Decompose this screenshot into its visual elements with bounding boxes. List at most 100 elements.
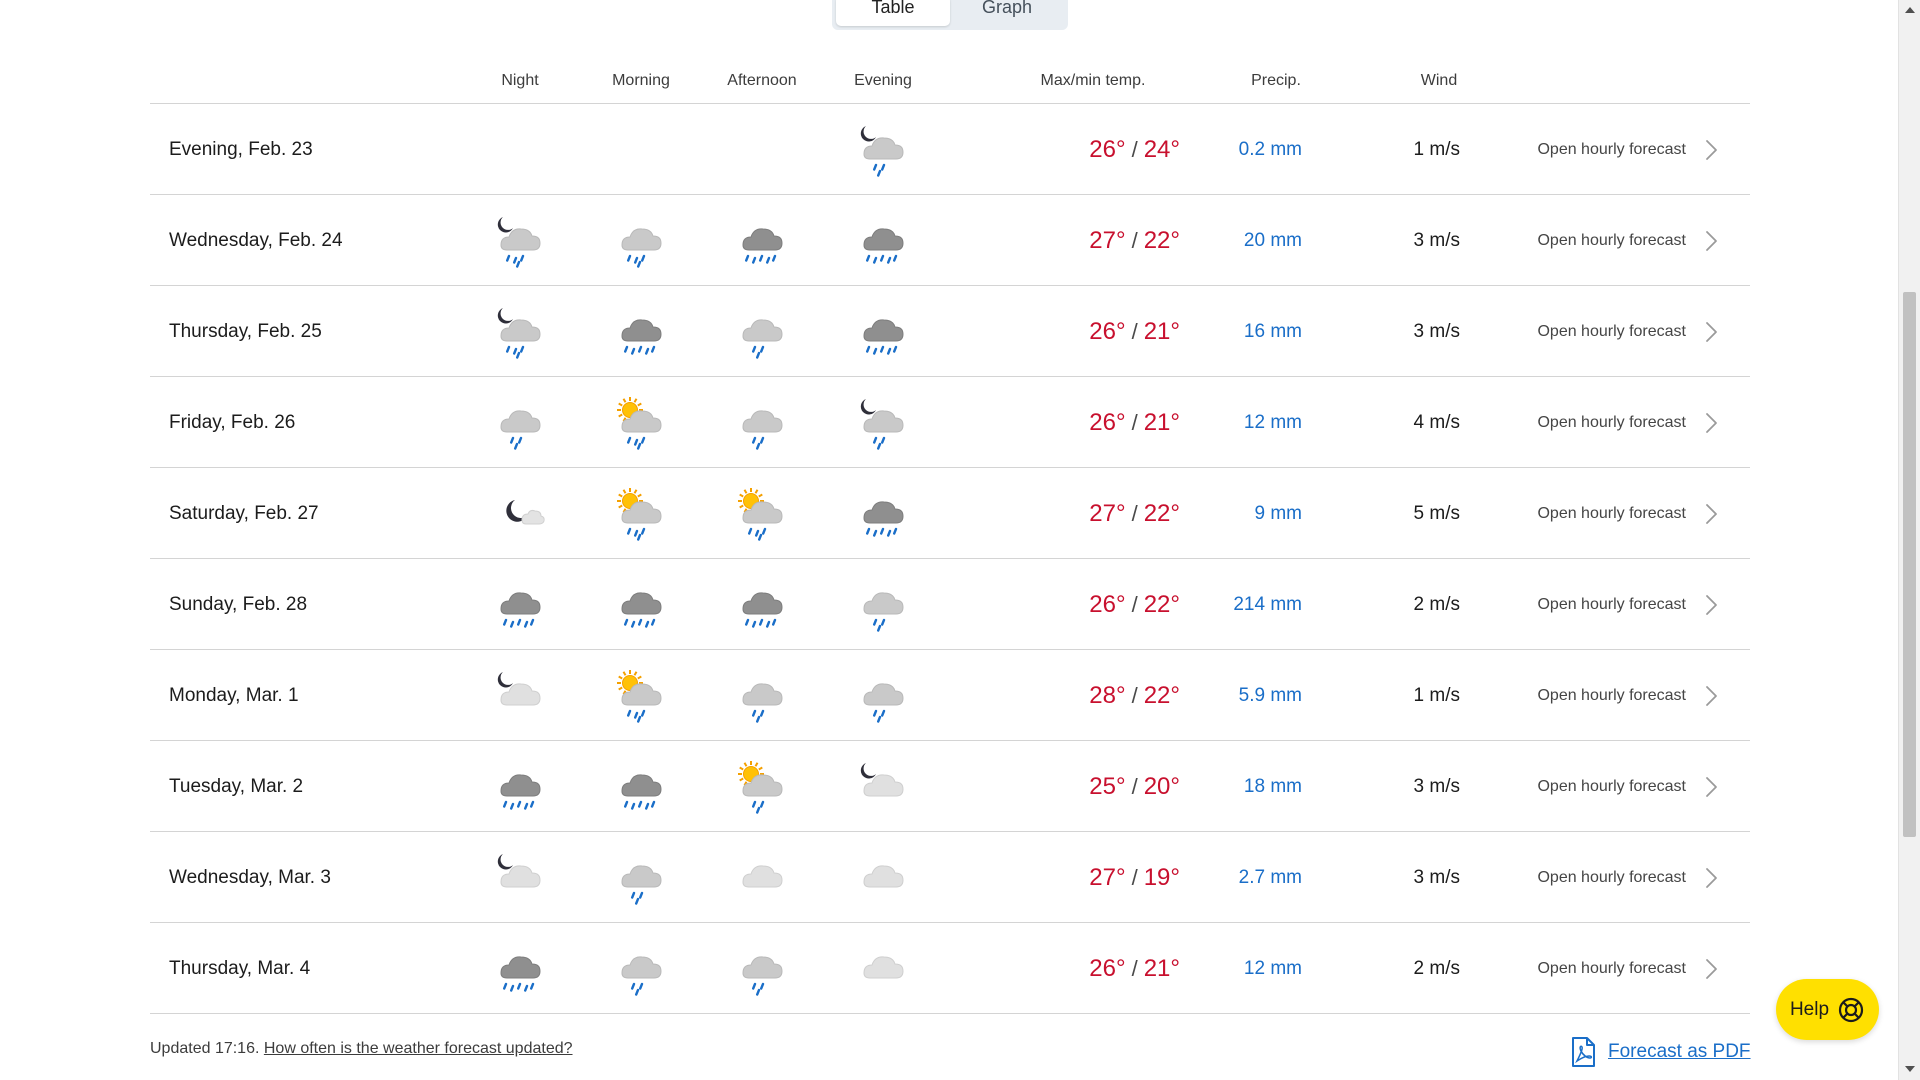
temp-separator: /	[1131, 956, 1138, 981]
chevron-right-icon	[1706, 867, 1717, 888]
open-hourly-forecast-link[interactable]: Open hourly forecast	[1537, 195, 1722, 286]
tab-graph[interactable]: Graph	[950, 0, 1064, 26]
wind-value: 2 m/s	[1413, 958, 1460, 979]
max-temp: 26°	[1089, 591, 1126, 618]
open-hourly-forecast-link[interactable]: Open hourly forecast	[1537, 559, 1722, 650]
forecast-row[interactable]: Wednesday, Mar. 3 27°/19° 2.7 mm 3 m/s Open …	[150, 832, 1750, 923]
forecast-row[interactable]: Thursday, Mar. 4 26°/21° 12 mm 2 m/s Open ho…	[150, 923, 1750, 1014]
header-temp: Max/min temp.	[1040, 72, 1146, 89]
open-hourly-forecast-link[interactable]: Open hourly forecast	[1537, 377, 1722, 468]
open-hourly-forecast-link[interactable]: Open hourly forecast	[1537, 650, 1722, 741]
forecast-row[interactable]: Tuesday, Mar. 2 25°/20° 18 mm 3 m/s Open hou…	[150, 741, 1750, 832]
open-hourly-forecast-link[interactable]: Open hourly forecast	[1537, 286, 1722, 377]
scroll-down-arrow[interactable]	[1905, 1066, 1915, 1072]
open-hourly-label: Open hourly forecast	[1537, 869, 1686, 886]
min-temp: 22°	[1143, 227, 1180, 254]
evening-weather-icon	[852, 300, 914, 362]
update-faq-link[interactable]: How often is the weather forecast update…	[264, 1040, 573, 1057]
header-wind: Wind	[1420, 72, 1458, 89]
afternoon-weather-icon	[731, 209, 793, 271]
evening-weather-icon	[852, 118, 914, 180]
min-temp: 22°	[1143, 682, 1180, 709]
precip-value: 20 mm	[1243, 230, 1302, 251]
forecast-row[interactable]: Wednesday, Feb. 24 27°/22° 20 mm 3 m/s Open …	[150, 195, 1750, 286]
forecast-row[interactable]: Thursday, Feb. 25 26°/21° 16 mm 3 m/s Open h…	[150, 286, 1750, 377]
open-hourly-forecast-link[interactable]: Open hourly forecast	[1537, 923, 1722, 1014]
chevron-right-icon	[1706, 776, 1717, 797]
row-date: Thursday, Feb. 25	[169, 321, 322, 342]
help-button[interactable]: Help	[1776, 979, 1879, 1040]
max-temp: 26°	[1089, 136, 1126, 163]
night-weather-icon	[489, 664, 551, 726]
row-date: Wednesday, Mar. 3	[169, 867, 331, 888]
chevron-right-icon	[1706, 594, 1717, 615]
min-temp: 24°	[1143, 136, 1180, 163]
page-scrollbar[interactable]	[1898, 0, 1920, 1080]
precip-value: 0.2 mm	[1238, 139, 1302, 160]
forecast-row[interactable]: Monday, Mar. 1 28°/22° 5.9 mm 1 m/s Open hou…	[150, 650, 1750, 741]
afternoon-weather-icon	[731, 937, 793, 999]
evening-weather-icon	[852, 664, 914, 726]
row-date: Sunday, Feb. 28	[169, 594, 308, 615]
min-temp: 21°	[1143, 318, 1180, 345]
temp-separator: /	[1131, 592, 1138, 617]
wind-value: 2 m/s	[1413, 594, 1460, 615]
max-temp: 27°	[1089, 227, 1126, 254]
temp-range: 27°/22°	[1089, 195, 1180, 286]
header-precip: Precip.	[1251, 72, 1301, 89]
temp-range: 26°/21°	[1089, 923, 1180, 1014]
wind-value: 5 m/s	[1413, 503, 1460, 524]
precip-value: 18 mm	[1243, 776, 1302, 797]
forecast-row[interactable]: Friday, Feb. 26 26°/21° 12 mm 4 m/s Open hou…	[150, 377, 1750, 468]
open-hourly-label: Open hourly forecast	[1537, 960, 1686, 977]
wind-value: 1 m/s	[1413, 685, 1460, 706]
wind-value: 3 m/s	[1413, 230, 1460, 251]
precip-value: 214 mm	[1233, 594, 1302, 615]
open-hourly-forecast-link[interactable]: Open hourly forecast	[1537, 832, 1722, 923]
max-temp: 28°	[1089, 682, 1126, 709]
morning-weather-icon	[610, 664, 672, 726]
forecast-page: Table Graph Night Morning Afternoon Even…	[0, 0, 1920, 1080]
temp-range: 26°/22°	[1089, 559, 1180, 650]
open-hourly-label: Open hourly forecast	[1537, 505, 1686, 522]
morning-weather-icon	[610, 482, 672, 544]
morning-weather-icon	[610, 573, 672, 635]
chevron-right-icon	[1706, 139, 1717, 160]
forecast-row[interactable]: Saturday, Feb. 27 27°/22° 9 mm 5 m/s Open ho…	[150, 468, 1750, 559]
updated-text: Updated 17:16. How often is the weather …	[150, 1040, 573, 1058]
night-weather-icon	[489, 573, 551, 635]
scroll-thumb[interactable]	[1903, 292, 1916, 837]
row-date: Wednesday, Feb. 24	[169, 230, 343, 251]
night-weather-icon	[489, 482, 551, 544]
row-date: Thursday, Mar. 4	[169, 958, 311, 979]
open-hourly-forecast-link[interactable]: Open hourly forecast	[1537, 741, 1722, 832]
afternoon-weather-icon	[731, 573, 793, 635]
min-temp: 21°	[1143, 409, 1180, 436]
forecast-row[interactable]: Evening, Feb. 23 26°/24° 0.2 mm 1 m/s Open h…	[150, 104, 1750, 195]
precip-value: 12 mm	[1243, 958, 1302, 979]
chevron-right-icon	[1706, 958, 1717, 979]
row-date: Friday, Feb. 26	[169, 412, 296, 433]
forecast-row[interactable]: Sunday, Feb. 28 26°/22° 214 mm 2 m/s Open ho…	[150, 559, 1750, 650]
header-afternoon: Afternoon	[727, 72, 797, 89]
open-hourly-forecast-link[interactable]: Open hourly forecast	[1537, 104, 1722, 195]
tab-table[interactable]: Table	[836, 0, 950, 26]
max-temp: 27°	[1089, 500, 1126, 527]
chevron-right-icon	[1706, 412, 1717, 433]
morning-weather-icon	[610, 937, 672, 999]
scroll-up-arrow[interactable]	[1905, 7, 1915, 13]
row-date: Tuesday, Mar. 2	[169, 776, 304, 797]
open-hourly-label: Open hourly forecast	[1537, 141, 1686, 158]
open-hourly-label: Open hourly forecast	[1537, 778, 1686, 795]
afternoon-weather-icon	[731, 755, 793, 817]
pdf-icon	[1572, 1037, 1595, 1067]
forecast-pdf-link[interactable]: Forecast as PDF	[1570, 1036, 1751, 1068]
max-temp: 26°	[1089, 318, 1126, 345]
lifebuoy-icon	[1838, 997, 1864, 1022]
temp-range: 27°/22°	[1089, 468, 1180, 559]
open-hourly-forecast-link[interactable]: Open hourly forecast	[1537, 468, 1722, 559]
max-temp: 26°	[1089, 955, 1126, 982]
night-weather-icon	[489, 209, 551, 271]
evening-weather-icon	[852, 391, 914, 453]
pdf-link-label: Forecast as PDF	[1608, 1041, 1751, 1062]
